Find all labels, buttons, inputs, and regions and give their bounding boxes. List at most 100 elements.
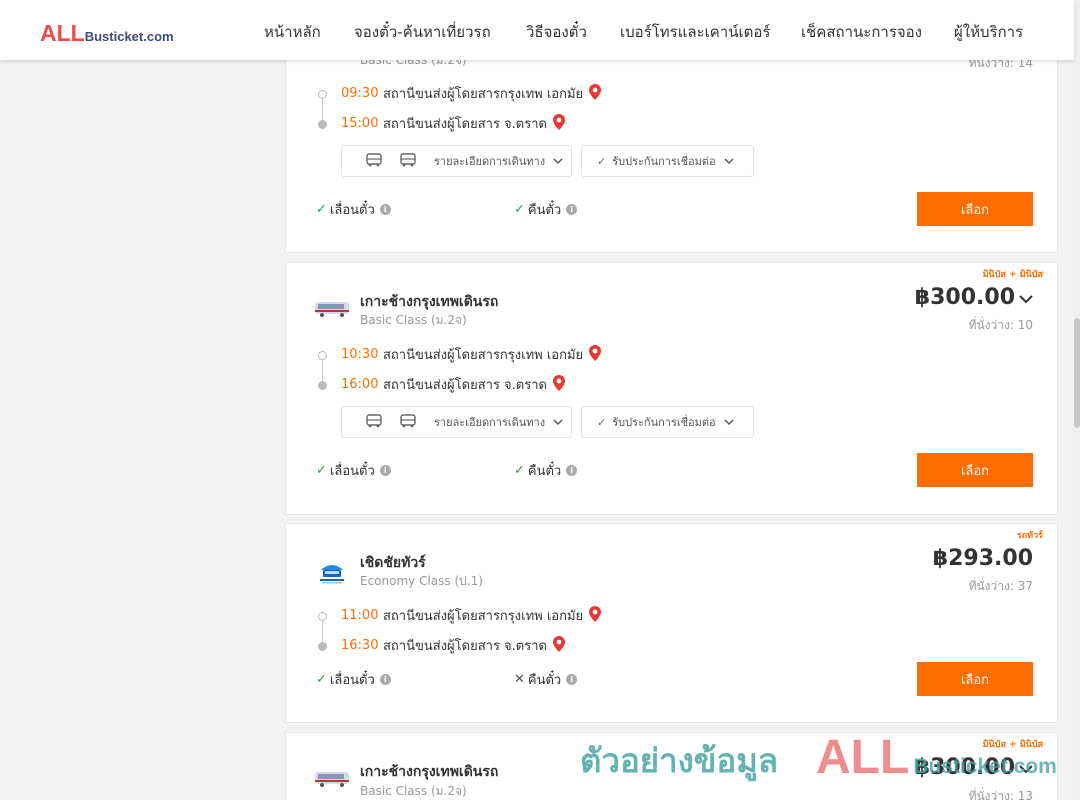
bus-class: Basic Class (ม.2จ) (360, 313, 467, 327)
operator-name: เกาะช้างกรุงเทพเดินรถ (360, 764, 499, 780)
info-icon[interactable]: i (379, 674, 391, 685)
trip-details-dropdown[interactable]: รายละเอียดการเดินทาง (341, 406, 572, 438)
trip-card: รถทัวร์ เชิดชัยทัวร์ Economy Class (ป.1)… (285, 523, 1058, 723)
arrival-time: 15:00 (341, 116, 379, 131)
chevron-down-icon (553, 416, 563, 429)
map-pin-icon[interactable] (589, 605, 602, 626)
map-pin-icon[interactable] (589, 83, 602, 104)
nav-home[interactable]: หน้าหลัก (264, 20, 321, 44)
chevron-down-icon (1019, 755, 1033, 780)
info-icon[interactable]: i (379, 204, 391, 215)
minibus-icon (362, 152, 386, 170)
check-icon: ✓ (597, 154, 607, 168)
arrival-stop: 16:30 สถานีขนส่งผู้โดยสาร จ.ตราด (341, 635, 565, 656)
map-pin-icon[interactable] (552, 374, 565, 395)
nav-how-to-book[interactable]: วิธีจองตั๋ว (526, 20, 587, 44)
price-value: ฿300.00 (914, 755, 1015, 780)
departure-stop: 10:30 สถานีขนส่งผู้โดยสารกรุงเทพ เอกมัย (341, 344, 602, 365)
operator-logo (314, 769, 350, 789)
ticket-price[interactable]: ฿300.00 (915, 755, 1033, 780)
refund-feature: ✓ คืนตั๋ว i (514, 199, 578, 220)
seats-available: ที่นั่งว่าง: 13 (968, 789, 1033, 800)
check-icon: ✓ (316, 202, 327, 217)
check-icon: ✓ (316, 672, 327, 687)
refund-feature: ✓ คืนตั๋ว i (514, 460, 578, 481)
trip-card: มินิบัส + มินิบัส เกาะช้างกรุงเทพเดินรถ … (285, 732, 1058, 800)
arrival-time: 16:30 (341, 638, 379, 653)
departure-stop: 11:00 สถานีขนส่งผู้โดยสารกรุงเทพ เอกมัย (341, 605, 602, 626)
arrival-time: 16:00 (341, 377, 379, 392)
operator-name: เกาะช้างกรุงเทพเดินรถ (360, 294, 499, 310)
insurance-label: รับประกันการเชื่อมต่อ (612, 416, 716, 429)
price-value: ฿293.00 (932, 546, 1033, 571)
departure-station: สถานีขนส่งผู้โดยสารกรุงเทพ เอกมัย (383, 348, 584, 363)
top-nav-bar: ALL Busticket.com หน้าหลัก จองตั๋ว-ค้นหา… (0, 0, 1074, 60)
arrival-station: สถานีขนส่งผู้โดยสาร จ.ตราด (383, 639, 547, 654)
reschedule-label: เลื่อนตั๋ว (329, 464, 375, 479)
trip-details-dropdown[interactable]: รายละเอียดการเดินทาง (341, 145, 572, 177)
check-icon: ✓ (514, 463, 525, 478)
connection-insurance-dropdown[interactable]: ✓ รับประกันการเชื่อมต่อ (581, 406, 754, 438)
main-nav: หน้าหลัก จองตั๋ว-ค้นหาเที่ยวรถ วิธีจองตั… (0, 20, 1074, 41)
close-icon: ✕ (514, 672, 525, 687)
nav-contact-counters[interactable]: เบอร์โทรและเคาน์เตอร์ (620, 20, 770, 44)
chevron-down-icon (724, 416, 734, 429)
trip-details-label: รายละเอียดการเดินทาง (434, 416, 546, 429)
refund-label: คืนตั๋ว (527, 673, 562, 688)
refund-label: คืนตั๋ว (527, 203, 562, 218)
refund-feature: ✕ คืนตั๋ว i (514, 669, 578, 690)
nav-operators[interactable]: ผู้ให้บริการ (954, 20, 1023, 44)
operator-logo (314, 299, 350, 319)
departure-time: 09:30 (341, 86, 379, 101)
scrollbar-thumb[interactable] (1074, 318, 1080, 428)
arrival-stop: 15:00 สถานีขนส่งผู้โดยสาร จ.ตราด (341, 113, 565, 134)
vehicle-type-badge: มินิบัส + มินิบัส (982, 270, 1043, 280)
seats-available: ที่นั่งว่าง: 37 (968, 579, 1033, 593)
map-pin-icon[interactable] (552, 635, 565, 656)
reschedule-label: เลื่อนตั๋ว (329, 673, 375, 688)
bus-class: Basic Class (ม.2จ) (360, 784, 467, 798)
minibus-icon (396, 152, 420, 170)
minibus-icon (396, 413, 420, 431)
chevron-down-icon (1019, 285, 1033, 310)
chevron-down-icon (553, 155, 563, 168)
select-trip-button[interactable]: เลือก (917, 453, 1033, 487)
departure-time: 10:30 (341, 347, 379, 362)
refund-label: คืนตั๋ว (527, 464, 562, 479)
check-icon: ✓ (597, 415, 607, 429)
bus-class: Economy Class (ป.1) (360, 574, 483, 588)
trip-card: มินิบัส + มินิบัส เกาะช้างกรุงเทพเดินรถ … (285, 262, 1058, 515)
check-icon: ✓ (514, 202, 525, 217)
operator-name: เชิดชัยทัวร์ (360, 555, 426, 571)
map-pin-icon[interactable] (552, 113, 565, 134)
seats-available: ที่นั่งว่าง: 10 (968, 318, 1033, 332)
reschedule-feature: ✓ เลื่อนตั๋ว i (316, 669, 391, 690)
info-icon[interactable]: i (566, 465, 578, 476)
ticket-price[interactable]: ฿300.00 (915, 285, 1033, 310)
departure-station: สถานีขนส่งผู้โดยสารกรุงเทพ เอกมัย (383, 609, 584, 624)
arrival-station: สถานีขนส่งผู้โดยสาร จ.ตราด (383, 378, 547, 393)
page-scrollbar[interactable] (1074, 0, 1080, 800)
connection-insurance-dropdown[interactable]: ✓ รับประกันการเชื่อมต่อ (581, 145, 754, 177)
info-icon[interactable]: i (566, 674, 578, 685)
select-trip-button[interactable]: เลือก (917, 192, 1033, 226)
select-trip-button[interactable]: เลือก (917, 662, 1033, 696)
arrival-stop: 16:00 สถานีขนส่งผู้โดยสาร จ.ตราด (341, 374, 565, 395)
trip-details-label: รายละเอียดการเดินทาง (434, 155, 546, 168)
nav-booking-status[interactable]: เช็คสถานะการจอง (801, 20, 922, 44)
nav-book-search[interactable]: จองตั๋ว-ค้นหาเที่ยวรถ (354, 20, 491, 44)
operator-logo (317, 560, 347, 586)
vehicle-type-badge: มินิบัส + มินิบัส (982, 740, 1043, 750)
price-value: ฿300.00 (914, 285, 1015, 310)
departure-station: สถานีขนส่งผู้โดยสารกรุงเทพ เอกมัย (383, 87, 584, 102)
departure-time: 11:00 (341, 608, 379, 623)
info-icon[interactable]: i (379, 465, 391, 476)
departure-stop: 09:30 สถานีขนส่งผู้โดยสารกรุงเทพ เอกมัย (341, 83, 602, 104)
map-pin-icon[interactable] (589, 344, 602, 365)
check-icon: ✓ (316, 463, 327, 478)
info-icon[interactable]: i (566, 204, 578, 215)
ticket-price: ฿293.00 (933, 546, 1033, 571)
reschedule-feature: ✓ เลื่อนตั๋ว i (316, 460, 391, 481)
reschedule-label: เลื่อนตั๋ว (329, 203, 375, 218)
chevron-down-icon (724, 155, 734, 168)
